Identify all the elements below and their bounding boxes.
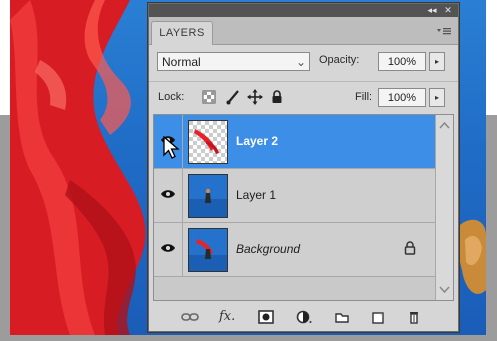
panel-footer: fx. [149, 304, 458, 330]
lock-all-icon[interactable] [269, 89, 285, 105]
scroll-down-icon[interactable] [439, 286, 450, 294]
link-layers-icon[interactable] [181, 310, 199, 324]
lock-icon [404, 241, 416, 255]
lock-paint-icon[interactable] [225, 89, 241, 105]
eye-icon [161, 190, 175, 198]
lock-transparent-icon[interactable] [201, 89, 217, 105]
panel-titlebar[interactable]: ◂◂ ✕ [149, 4, 458, 17]
tab-layers[interactable]: LAYERS [151, 21, 213, 45]
fill-label: Fill: [355, 91, 373, 103]
mask-icon[interactable] [257, 310, 275, 324]
panel-menu-icon[interactable] [436, 26, 452, 36]
lock-label: Lock: [158, 91, 185, 103]
lock-move-icon[interactable] [247, 89, 263, 105]
fx-icon[interactable]: fx. [219, 310, 243, 324]
lock-fill-row: Lock: Fill: 100% ▸ [149, 81, 458, 112]
fill-slider-arrow-icon[interactable]: ▸ [429, 88, 445, 107]
opacity-slider-arrow-icon[interactable]: ▸ [429, 52, 445, 71]
layer-thumbnail [188, 228, 228, 272]
close-icon[interactable]: ✕ [441, 5, 455, 16]
eye-icon [161, 244, 175, 252]
visibility-toggle[interactable] [154, 169, 183, 222]
trash-icon[interactable] [405, 310, 423, 324]
blend-opacity-row: Normal ⌄ Opacity: 100% ▸ [149, 45, 458, 77]
opacity-label: Opacity: [319, 54, 360, 66]
layer-name[interactable]: Layer 1 [236, 188, 276, 202]
layer-name[interactable]: Background [236, 242, 300, 256]
layer-row-layer-2[interactable]: Layer 2 [154, 115, 435, 169]
layer-thumbnail [188, 120, 228, 164]
blend-mode-value: Normal [162, 55, 201, 69]
chevron-down-icon: ⌄ [295, 55, 306, 69]
mouse-pointer-icon [163, 136, 180, 159]
fill-field[interactable]: 100% [378, 88, 426, 107]
layers-list: Layer 2 Layer 1 Background [153, 114, 454, 301]
panel-tab-row: LAYERS [149, 17, 458, 45]
collapse-icon[interactable]: ◂◂ [425, 5, 439, 16]
new-layer-icon[interactable] [369, 310, 387, 324]
layers-panel: ◂◂ ✕ LAYERS Normal ⌄ Opacity: 100% ▸ Loc… [148, 3, 459, 332]
layer-thumbnail [188, 174, 228, 218]
blend-mode-select[interactable]: Normal ⌄ [157, 52, 310, 71]
adjustment-icon[interactable] [295, 310, 313, 324]
opacity-field[interactable]: 100% [378, 52, 426, 71]
visibility-toggle[interactable] [154, 223, 183, 276]
layer-row-background[interactable]: Background [154, 223, 435, 277]
layer-name[interactable]: Layer 2 [236, 134, 278, 148]
scrollbar[interactable] [435, 115, 453, 300]
layer-row-layer-1[interactable]: Layer 1 [154, 169, 435, 223]
group-icon[interactable] [333, 310, 351, 324]
scroll-up-icon[interactable] [439, 121, 450, 129]
